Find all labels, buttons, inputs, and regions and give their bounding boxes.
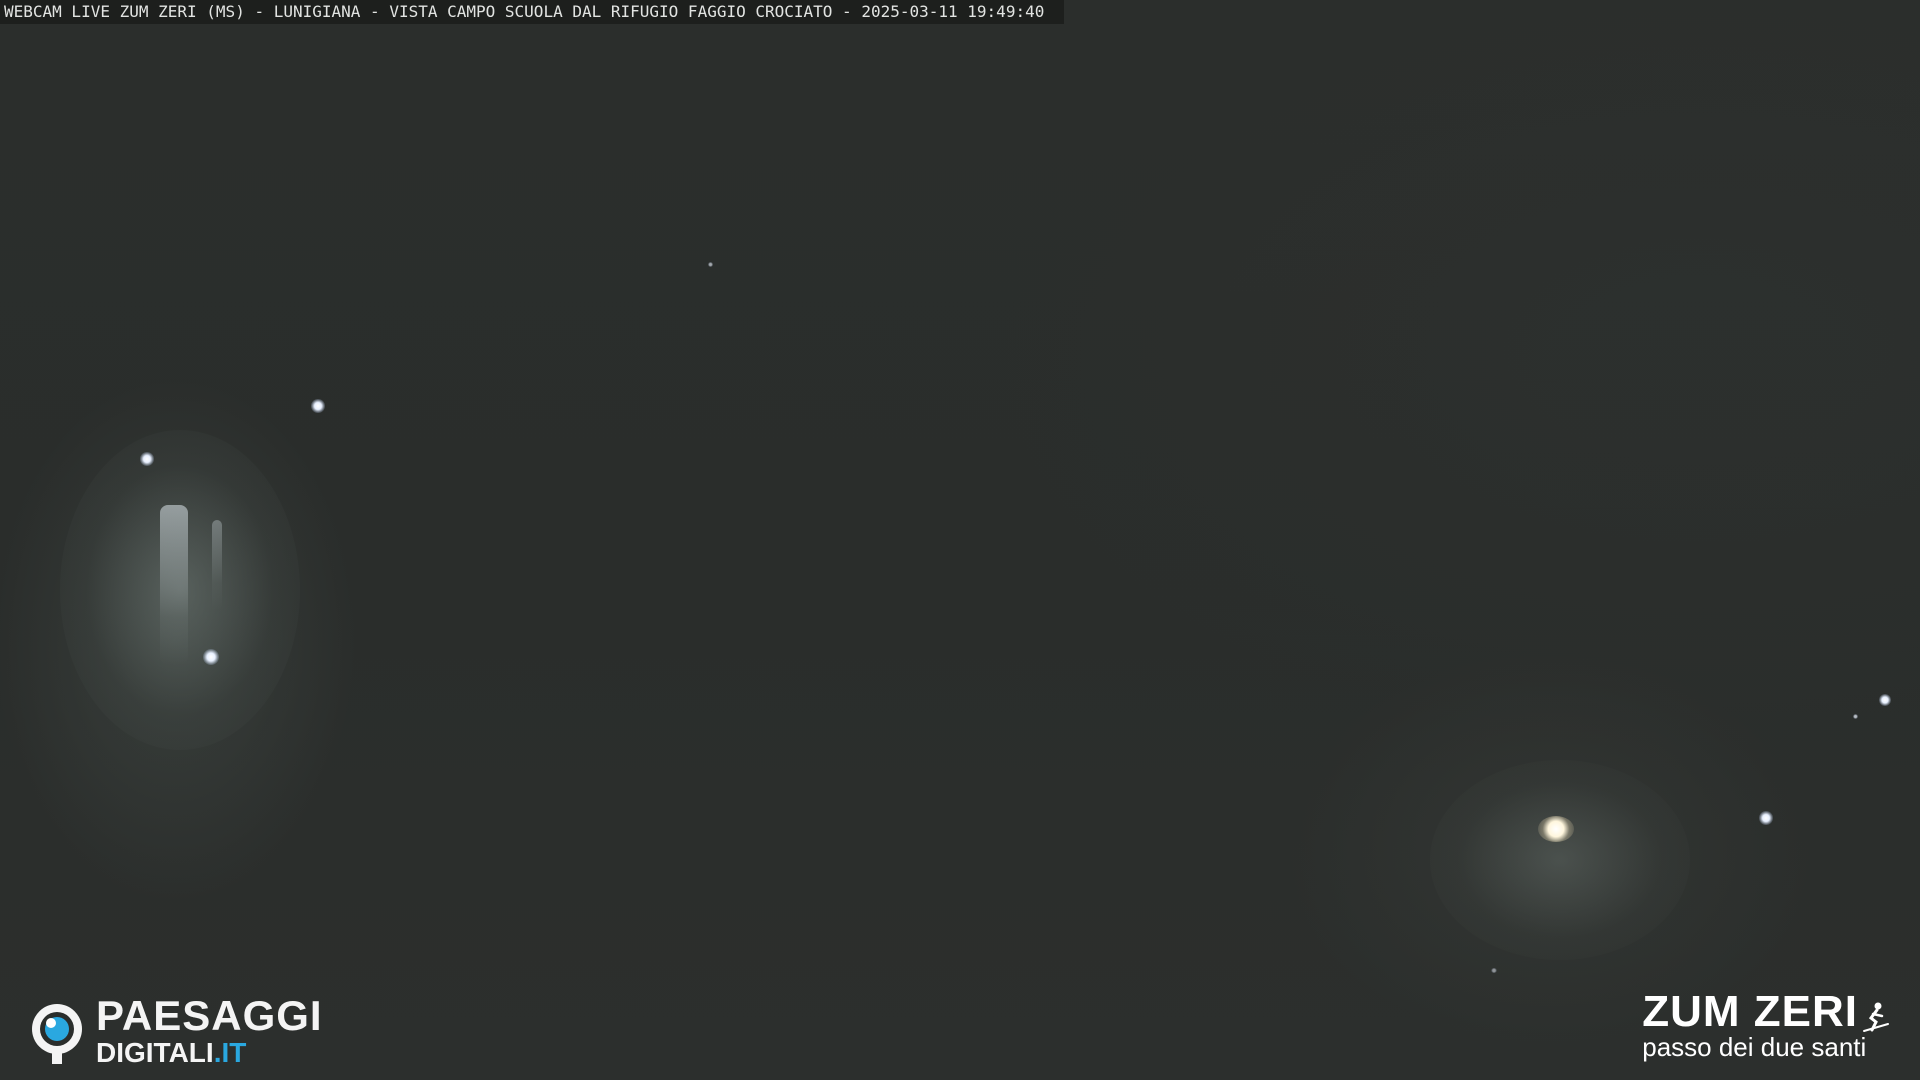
webcam-caption: WEBCAM LIVE ZUM ZERI (MS) - LUNIGIANA - … [0, 0, 1065, 24]
light-beam [212, 520, 222, 610]
logo-line-2: DIGITALI.IT [96, 1039, 323, 1067]
logo-line-2-tld: .IT [213, 1037, 247, 1068]
lamp-light [708, 262, 713, 267]
lamp-light [140, 452, 154, 466]
zum-zeri-logo: ZUM ZERI passo dei due santi [1642, 990, 1890, 1060]
zum-zeri-title-row: ZUM ZERI [1642, 990, 1890, 1034]
lamp-light [1853, 714, 1858, 719]
lamp-light [203, 649, 219, 665]
logo-line-2-main: DIGITALI [96, 1037, 214, 1068]
webcam-frame: WEBCAM LIVE ZUM ZERI (MS) - LUNIGIANA - … [0, 0, 1920, 1080]
paesaggi-digitali-logo: PAESAGGI DIGITALI.IT [28, 992, 323, 1067]
lamp-light [1538, 816, 1574, 842]
lamp-light [1879, 694, 1891, 706]
eye-icon [28, 1002, 86, 1064]
logo-line-1: PAESAGGI [96, 992, 323, 1039]
snow-glow-right [1430, 760, 1690, 960]
zum-zeri-title: ZUM ZERI [1642, 987, 1858, 1036]
lamp-light [311, 399, 325, 413]
light-beam [160, 505, 188, 665]
lamp-light [1759, 811, 1773, 825]
skier-icon [1863, 1002, 1889, 1032]
lamp-light [1491, 968, 1497, 973]
zum-zeri-subtitle: passo dei due santi [1642, 1032, 1867, 1062]
